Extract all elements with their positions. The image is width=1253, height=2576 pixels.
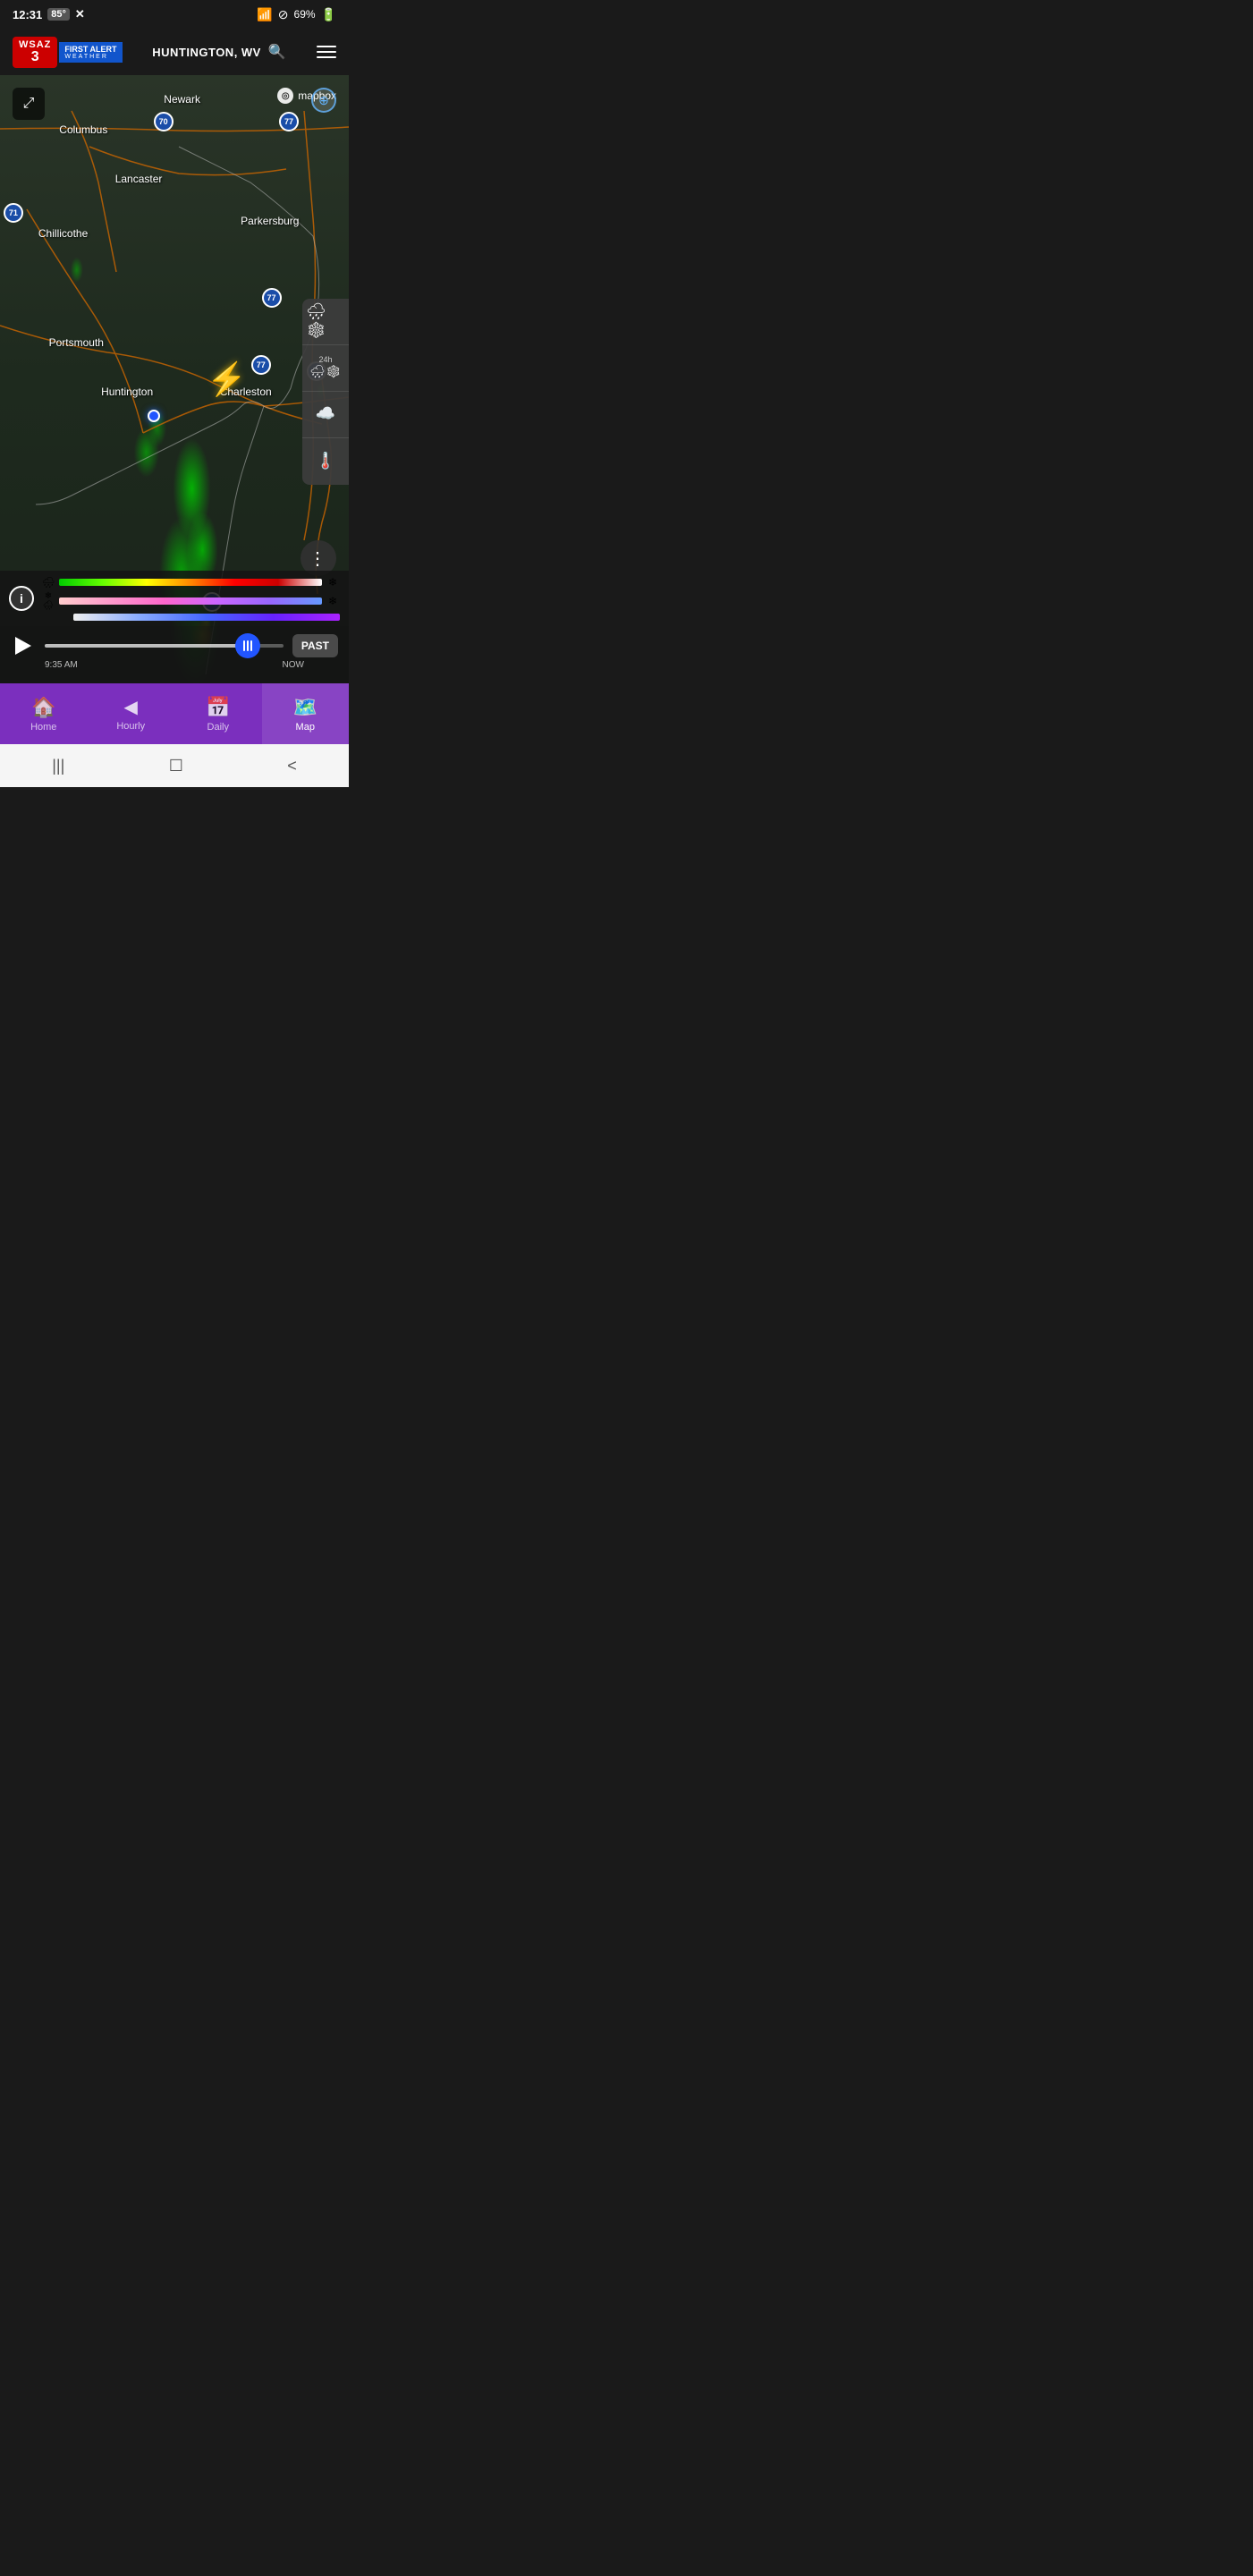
time-display: 12:31 (13, 8, 42, 21)
battery-percent: 69% (294, 8, 316, 21)
current-location-dot (148, 410, 160, 422)
app-logo: WSAZ 3 FIRST ALERT WEATHER (13, 37, 123, 68)
legend-row-mix (41, 614, 340, 621)
24h-label: 24h (318, 355, 332, 364)
more-dots-icon: ⋮ (309, 547, 328, 570)
rain-legend-icon: 🌧 (41, 576, 55, 589)
city-chillicothe: Chillicothe (38, 227, 88, 240)
first-alert-text: FIRST ALERT WEATHER (64, 45, 116, 60)
status-right: 📶 ⊘ 69% 🔋 (257, 7, 336, 22)
progress-track[interactable] (45, 644, 284, 648)
playback-bar: PAST 9:35 AM NOW (0, 626, 349, 683)
past-button[interactable]: PAST (292, 634, 338, 657)
play-triangle-icon (15, 637, 31, 655)
menu-button[interactable] (317, 46, 336, 58)
precipitation-layer-button[interactable]: 🌧❄ (302, 299, 349, 345)
close-icon: ✕ (75, 7, 85, 21)
nav-daily[interactable]: 📅 Daily (174, 683, 262, 744)
map-background: ⤢ ◎ mapbox ⊕ Newark Columbus Lancaster C… (0, 75, 349, 683)
back-button[interactable]: < (287, 757, 297, 775)
home-system-button[interactable]: ☐ (169, 757, 183, 775)
lightning-icon: ⚡ (207, 360, 247, 398)
map-nav-icon: 🗺️ (293, 696, 317, 719)
home-nav-label: Home (30, 722, 56, 733)
24h-icon: 🌧❄ (309, 364, 342, 379)
daily-nav-label: Daily (207, 722, 229, 733)
expand-icon: ⤢ (23, 96, 35, 112)
battery-icon: 🔋 (321, 7, 336, 22)
logo-box: WSAZ 3 (13, 37, 57, 68)
mix-gradient (73, 614, 340, 621)
cloud-icon: ☁️ (316, 404, 335, 423)
first-alert-box: FIRST ALERT WEATHER (59, 42, 122, 63)
now-label: NOW (283, 660, 304, 670)
mixed-icon: ❄🌧 (41, 591, 55, 611)
app-header: WSAZ 3 FIRST ALERT WEATHER HUNTINGTON, W… (0, 29, 349, 75)
playback-timestamps: 9:35 AM NOW (11, 658, 338, 670)
nav-home[interactable]: 🏠 Home (0, 683, 88, 744)
rain-gradient (59, 579, 322, 586)
dnd-icon: ⊘ (278, 7, 289, 22)
status-bar: 12:31 85° ✕ 📶 ⊘ 69% 🔋 (0, 0, 349, 29)
city-lancaster: Lancaster (115, 173, 163, 185)
legend-row-snow: ❄🌧 ❄ (41, 591, 340, 611)
wifi-icon: 📶 (257, 7, 272, 22)
header-location[interactable]: HUNTINGTON, WV 🔍 (152, 43, 286, 61)
location-target-button[interactable]: ⊕ (311, 88, 336, 113)
expand-map-button[interactable]: ⤢ (13, 88, 45, 120)
info-button[interactable]: i (9, 586, 34, 611)
bottom-navigation: 🏠 Home ◀ Hourly 📅 Daily 🗺️ Map (0, 683, 349, 744)
interstate-77-mid: 77 (262, 288, 282, 308)
cloud-layer-button[interactable]: ☁️ (302, 392, 349, 438)
snow-icon: ❄ (326, 595, 340, 607)
recents-button[interactable]: ||| (52, 757, 64, 775)
nav-map[interactable]: 🗺️ Map (262, 683, 350, 744)
interstate-77-south: 77 (251, 355, 271, 375)
hourly-nav-icon: ◀ (124, 696, 138, 718)
thumb-lines-icon (243, 640, 252, 651)
interstate-70: 70 (154, 112, 174, 131)
rain-snow-icon: 🌧❄ (306, 302, 345, 340)
channel-number: 3 (31, 50, 39, 64)
mapbox-logo: ◎ (277, 88, 293, 104)
interstate-77-north: 77 (279, 112, 299, 131)
legend-scales: 🌧 ❄ ❄🌧 ❄ (41, 576, 340, 621)
city-newark: Newark (164, 93, 200, 106)
header-right (317, 46, 336, 58)
snow-flake-icon: ❄ (326, 576, 340, 589)
legend-bar: i 🌧 ❄ ❄🌧 ❄ (0, 571, 349, 626)
city-huntington: Huntington (101, 386, 153, 398)
interstate-71: 71 (4, 203, 23, 223)
map-container[interactable]: ⤢ ◎ mapbox ⊕ Newark Columbus Lancaster C… (0, 75, 349, 683)
playback-controls: PAST (11, 633, 338, 658)
search-icon[interactable]: 🔍 (268, 43, 286, 61)
thermometer-icon: 🌡️ (316, 452, 335, 470)
target-icon: ⊕ (318, 93, 329, 108)
24h-layer-button[interactable]: 24h 🌧❄ (302, 345, 349, 392)
temperature-layer-button[interactable]: 🌡️ (302, 438, 349, 485)
system-nav-bar: ||| ☐ < (0, 744, 349, 787)
temperature-display: 85° (47, 8, 70, 21)
start-time: 9:35 AM (45, 660, 78, 670)
home-nav-icon: 🏠 (31, 696, 55, 719)
city-portsmouth: Portsmouth (49, 336, 104, 349)
map-layer-panel: 🌧❄ 24h 🌧❄ ☁️ 🌡️ (302, 299, 349, 485)
map-nav-label: Map (296, 722, 315, 733)
hourly-nav-label: Hourly (116, 721, 145, 732)
play-button[interactable] (11, 633, 36, 658)
city-columbus: Columbus (59, 123, 107, 136)
progress-fill (45, 644, 248, 648)
progress-thumb[interactable] (235, 633, 260, 658)
snow-gradient (59, 597, 322, 605)
wsaz-text: WSAZ (19, 40, 51, 50)
legend-row-rain: 🌧 ❄ (41, 576, 340, 589)
daily-nav-icon: 📅 (206, 696, 230, 719)
status-left: 12:31 85° ✕ (13, 7, 85, 21)
nav-hourly[interactable]: ◀ Hourly (88, 683, 175, 744)
city-parkersburg: Parkersburg (241, 215, 299, 227)
